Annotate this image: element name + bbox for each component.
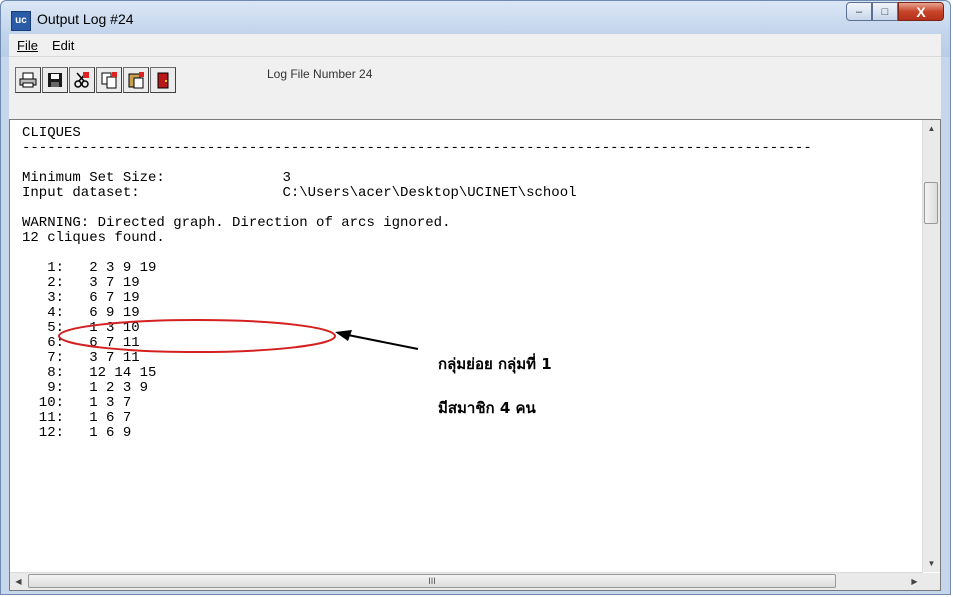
close-button[interactable]: X: [898, 2, 944, 21]
print-icon: [19, 72, 37, 88]
scroll-up-arrow-icon[interactable]: ▲: [923, 120, 940, 137]
save-icon: [48, 73, 62, 87]
resize-grip-icon[interactable]: [923, 573, 940, 590]
exit-icon: [157, 72, 169, 89]
minimize-button[interactable]: –: [846, 2, 872, 21]
save-button[interactable]: [42, 67, 68, 93]
vertical-scrollbar[interactable]: ▲ ▼: [922, 120, 940, 572]
vertical-scroll-thumb[interactable]: [924, 182, 938, 224]
annotation-line-1: กลุ่มย่อย กลุ่มที่ 1: [438, 355, 552, 373]
copy-button[interactable]: [96, 67, 122, 93]
annotation-line-2: มีสมาชิก 4 คน: [438, 399, 536, 417]
cut-icon: [74, 72, 89, 88]
window-title: Output Log #24: [37, 11, 134, 27]
menu-file[interactable]: File: [17, 38, 38, 53]
scroll-left-arrow-icon[interactable]: ◀: [10, 573, 27, 590]
horizontal-scroll-thumb[interactable]: III: [28, 574, 836, 588]
cut-button[interactable]: [69, 67, 95, 93]
log-file-number-label: Log File Number 24: [267, 67, 373, 81]
ucinet-app-icon[interactable]: uc: [11, 11, 31, 31]
output-log-window: uc Output Log #24 – □ X File Edit Log Fi…: [0, 0, 951, 595]
exit-button[interactable]: [150, 67, 176, 93]
copy-icon: [101, 72, 117, 89]
scroll-right-arrow-icon[interactable]: ▶: [906, 573, 923, 590]
maximize-button[interactable]: □: [872, 2, 898, 21]
log-output-text[interactable]: CLIQUES --------------------------------…: [22, 126, 920, 564]
menu-bar: File Edit: [9, 34, 941, 57]
paste-icon: [128, 72, 144, 89]
toolbar: Log File Number 24: [9, 57, 941, 119]
scroll-down-arrow-icon[interactable]: ▼: [923, 555, 940, 572]
horizontal-scrollbar[interactable]: ◀ III ▶: [10, 572, 923, 590]
caption-buttons: – □ X: [846, 2, 944, 22]
paste-button[interactable]: [123, 67, 149, 93]
toolbar-buttons: [15, 67, 176, 93]
menu-edit[interactable]: Edit: [52, 38, 74, 53]
print-button[interactable]: [15, 67, 41, 93]
